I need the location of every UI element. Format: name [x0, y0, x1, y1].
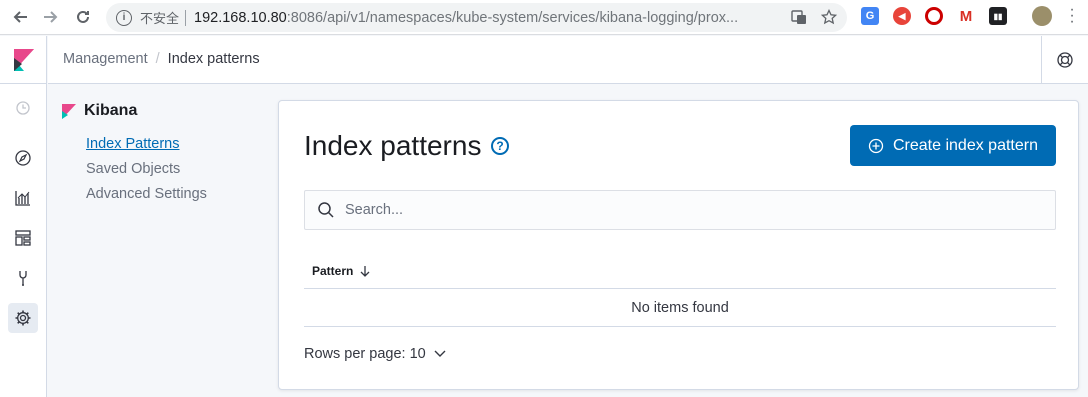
back-arrow-icon	[13, 11, 27, 23]
breadcrumb-management[interactable]: Management	[63, 51, 148, 67]
dashboard-icon	[15, 230, 31, 246]
address-bar[interactable]: i 不安全 192.168.10.80:8086/api/v1/namespac…	[106, 3, 847, 32]
devtools-icon	[19, 271, 27, 286]
management-sidebar: Kibana Index Patterns Saved Objects Adva…	[62, 102, 207, 202]
nav-discover[interactable]	[8, 143, 38, 173]
translate-icon[interactable]	[791, 9, 807, 25]
kibana-header: Management / Index patterns	[48, 36, 1088, 84]
insecure-label: 不安全	[140, 11, 180, 26]
search-field[interactable]	[304, 190, 1056, 230]
sidebar-title-label: Kibana	[84, 102, 138, 119]
star-icon[interactable]	[821, 9, 837, 25]
opera-ext-icon[interactable]	[925, 7, 943, 25]
nav-recent[interactable]	[8, 93, 38, 123]
search-input[interactable]	[345, 202, 1025, 218]
kibana-logo[interactable]	[0, 36, 47, 84]
kibana-logo-icon	[13, 48, 34, 71]
visualize-icon	[15, 191, 30, 206]
nav-devtools[interactable]	[8, 263, 38, 293]
empty-table-message: No items found	[304, 289, 1056, 327]
compass-icon	[15, 150, 31, 166]
index-patterns-panel: Index patterns ? Create index pattern Pa…	[278, 100, 1079, 390]
avatar[interactable]	[1032, 6, 1052, 26]
nav-dashboard[interactable]	[8, 223, 38, 253]
browser-toolbar: i 不安全 192.168.10.80:8086/api/v1/namespac…	[0, 0, 1088, 35]
forward-button[interactable]	[36, 2, 66, 32]
kibana-nav-rail	[0, 36, 47, 397]
sidebar-item-index-patterns[interactable]: Index Patterns	[86, 136, 180, 152]
nav-visualize[interactable]	[8, 183, 38, 213]
breadcrumb-current: Index patterns	[167, 51, 260, 67]
nav-management[interactable]	[8, 303, 38, 333]
google-translate-ext-icon[interactable]: G	[861, 7, 879, 25]
gmail-ext-icon[interactable]: M	[957, 7, 975, 25]
page-title: Index patterns	[304, 130, 482, 161]
info-icon[interactable]: i	[116, 9, 132, 26]
tab-ext-icon[interactable]: ▮▮	[989, 7, 1007, 25]
plus-circle-icon	[868, 138, 884, 153]
back-button[interactable]	[5, 2, 35, 32]
omnibox-divider	[185, 9, 187, 26]
create-index-pattern-button[interactable]: Create index pattern	[850, 125, 1056, 166]
chrome-menu-icon[interactable]: · · ·	[1066, 2, 1078, 30]
url-path: :8086/api/v1/namespaces/kube-system/serv…	[286, 9, 739, 26]
sidebar-title: Kibana	[62, 102, 137, 120]
reload-icon	[77, 10, 89, 23]
rows-per-page-selector[interactable]: Rows per page: 10	[304, 346, 446, 362]
clock-icon	[16, 101, 30, 115]
breadcrumb-separator: /	[155, 51, 160, 67]
forward-arrow-icon	[44, 11, 58, 23]
red-ext-icon[interactable]: ◀	[893, 7, 911, 25]
kibana-small-logo-icon	[62, 103, 76, 119]
gear-icon	[15, 310, 31, 326]
help-icon[interactable]: ?	[491, 137, 509, 155]
sort-arrow-down-icon	[360, 266, 370, 277]
column-header-label: Pattern	[312, 264, 354, 278]
create-button-label: Create index pattern	[893, 136, 1038, 154]
column-header-pattern[interactable]: Pattern	[304, 254, 1056, 289]
search-icon	[318, 202, 334, 218]
help-menu-button[interactable]	[1041, 36, 1088, 84]
reload-button[interactable]	[68, 2, 98, 32]
breadcrumb: Management / Index patterns	[63, 51, 260, 67]
lifebuoy-icon	[1057, 52, 1073, 68]
sidebar-item-saved-objects[interactable]: Saved Objects	[86, 161, 180, 177]
chevron-down-icon	[434, 350, 446, 357]
url-host: 192.168.10.80	[194, 9, 287, 26]
rows-per-page-label: Rows per page: 10	[304, 346, 426, 362]
sidebar-item-advanced-settings[interactable]: Advanced Settings	[86, 186, 207, 202]
